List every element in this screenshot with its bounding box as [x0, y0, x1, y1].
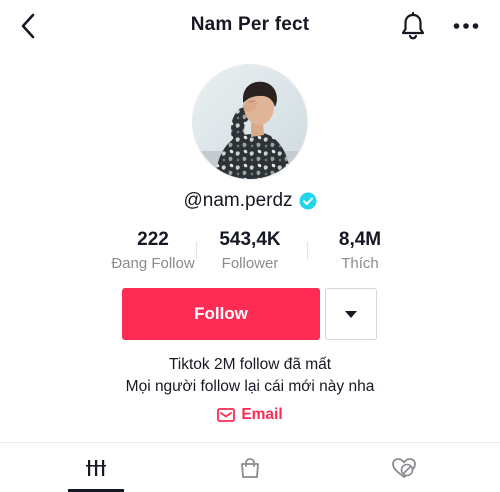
caret-down-icon	[345, 310, 357, 318]
profile-tabs	[0, 443, 500, 492]
more-dots-icon	[453, 23, 479, 29]
bio: Tiktok 2M follow đã mất Mọi người follow…	[0, 354, 500, 398]
more-options-button[interactable]	[450, 12, 482, 40]
liked-hidden-icon	[392, 457, 416, 478]
suggested-accounts-button[interactable]	[325, 288, 377, 340]
top-bar: Nam Per fect	[0, 0, 500, 52]
stat-divider	[196, 242, 197, 260]
bio-line: Tiktok 2M follow đã mất	[168, 356, 332, 373]
stat-followers[interactable]: 543,4K Follower	[190, 228, 310, 275]
stat-divider	[307, 242, 308, 260]
tab-shop[interactable]	[167, 443, 333, 492]
verified-badge-icon	[299, 192, 317, 210]
stat-value: 543,4K	[219, 229, 281, 250]
username: @nam.perdz	[183, 190, 293, 211]
tab-liked[interactable]	[321, 443, 487, 492]
follow-button[interactable]: Follow	[122, 288, 320, 340]
stat-likes: 8,4M Thích	[300, 228, 420, 275]
email-link[interactable]: Email	[0, 406, 500, 424]
profile-photo-icon	[193, 65, 307, 179]
tab-videos[interactable]	[13, 443, 179, 492]
profile-stats: 222 Đang Follow 543,4K Follower 8,4M Thí…	[0, 228, 500, 276]
bell-icon	[401, 12, 425, 40]
videos-grid-icon	[86, 459, 106, 476]
username-row: @nam.perdz	[0, 190, 500, 212]
stat-label: Follower	[221, 255, 279, 272]
stat-value: 8,4M	[338, 229, 382, 250]
bio-line: Mọi người follow lại cái mới này nha	[125, 378, 375, 395]
notification-button[interactable]	[398, 11, 428, 41]
shopping-bag-icon	[241, 457, 259, 478]
email-label: Email	[241, 406, 283, 423]
mail-icon	[217, 408, 236, 422]
stat-label: Thích	[341, 255, 379, 272]
avatar[interactable]	[192, 64, 308, 180]
